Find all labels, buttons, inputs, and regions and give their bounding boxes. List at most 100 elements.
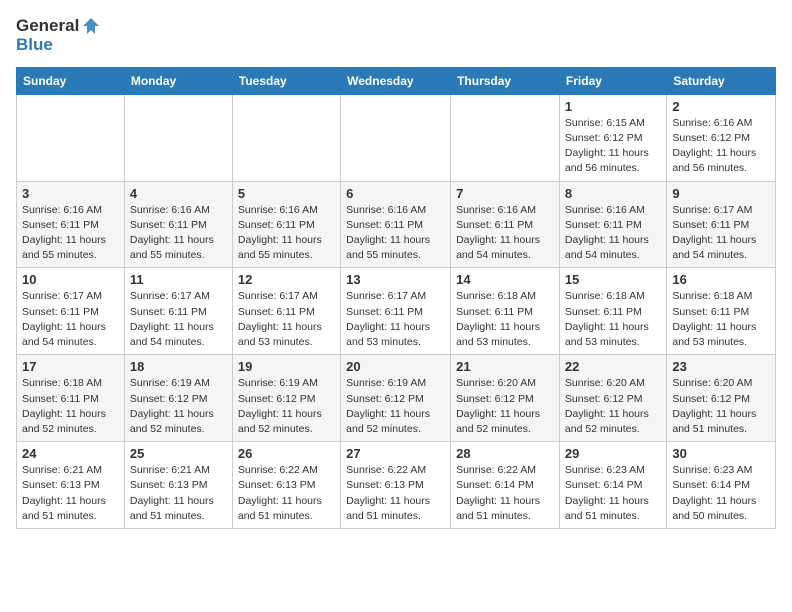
- day-number: 21: [456, 359, 554, 374]
- calendar-cell: 2 Sunrise: 6:16 AM Sunset: 6:12 PM Daylig…: [667, 94, 776, 181]
- day-info: Sunrise: 6:18 AM Sunset: 6:11 PM Dayligh…: [672, 289, 770, 350]
- day-info: Sunrise: 6:16 AM Sunset: 6:11 PM Dayligh…: [346, 203, 445, 264]
- day-number: 24: [22, 446, 119, 461]
- calendar-body: 1Sunrise: 6:15 AM Sunset: 6:12 PM Daylig…: [17, 94, 776, 528]
- logo-general: General: [16, 17, 79, 36]
- calendar-cell: 1Sunrise: 6:15 AM Sunset: 6:12 PM Daylig…: [559, 94, 666, 181]
- calendar-cell: 27 Sunrise: 6:22 AM Sunset: 6:13 PM Dayli…: [341, 442, 451, 529]
- day-number: 6: [346, 186, 445, 201]
- day-number: 28: [456, 446, 554, 461]
- calendar-cell: 10 Sunrise: 6:17 AM Sunset: 6:11 PM Dayli…: [17, 268, 125, 355]
- day-number: 27: [346, 446, 445, 461]
- weekday-header-thursday: Thursday: [451, 67, 560, 94]
- day-number: 13: [346, 272, 445, 287]
- logo-bird-icon: [81, 16, 101, 36]
- calendar-cell: [341, 94, 451, 181]
- day-info: Sunrise: 6:16 AM Sunset: 6:11 PM Dayligh…: [22, 203, 119, 264]
- day-info: Sunrise: 6:17 AM Sunset: 6:11 PM Dayligh…: [22, 289, 119, 350]
- calendar-cell: 4 Sunrise: 6:16 AM Sunset: 6:11 PM Daylig…: [124, 181, 232, 268]
- weekday-header-tuesday: Tuesday: [232, 67, 340, 94]
- day-info: Sunrise: 6:21 AM Sunset: 6:13 PM Dayligh…: [130, 463, 227, 524]
- day-info: Sunrise: 6:16 AM Sunset: 6:11 PM Dayligh…: [238, 203, 335, 264]
- calendar-cell: 15 Sunrise: 6:18 AM Sunset: 6:11 PM Dayli…: [559, 268, 666, 355]
- day-number: 18: [130, 359, 227, 374]
- calendar-cell: [451, 94, 560, 181]
- day-info: Sunrise: 6:19 AM Sunset: 6:12 PM Dayligh…: [346, 376, 445, 437]
- calendar-cell: 17 Sunrise: 6:18 AM Sunset: 6:11 PM Dayli…: [17, 355, 125, 442]
- logo-container: General Blue: [16, 16, 101, 55]
- calendar-cell: 23 Sunrise: 6:20 AM Sunset: 6:12 PM Dayli…: [667, 355, 776, 442]
- day-number: 15: [565, 272, 661, 287]
- calendar-cell: 25Sunrise: 6:21 AM Sunset: 6:13 PM Dayli…: [124, 442, 232, 529]
- calendar-cell: 7 Sunrise: 6:16 AM Sunset: 6:11 PM Daylig…: [451, 181, 560, 268]
- calendar-cell: 12Sunrise: 6:17 AM Sunset: 6:11 PM Dayli…: [232, 268, 340, 355]
- day-number: 1: [565, 99, 661, 114]
- calendar-cell: 18 Sunrise: 6:19 AM Sunset: 6:12 PM Dayli…: [124, 355, 232, 442]
- day-number: 16: [672, 272, 770, 287]
- logo-blue: Blue: [16, 36, 101, 55]
- day-info: Sunrise: 6:22 AM Sunset: 6:13 PM Dayligh…: [238, 463, 335, 524]
- day-number: 5: [238, 186, 335, 201]
- day-number: 7: [456, 186, 554, 201]
- day-number: 29: [565, 446, 661, 461]
- day-number: 20: [346, 359, 445, 374]
- day-info: Sunrise: 6:22 AM Sunset: 6:14 PM Dayligh…: [456, 463, 554, 524]
- day-info: Sunrise: 6:18 AM Sunset: 6:11 PM Dayligh…: [565, 289, 661, 350]
- day-info: Sunrise: 6:16 AM Sunset: 6:11 PM Dayligh…: [130, 203, 227, 264]
- calendar: SundayMondayTuesdayWednesdayThursdayFrid…: [16, 67, 776, 529]
- calendar-cell: 11Sunrise: 6:17 AM Sunset: 6:11 PM Dayli…: [124, 268, 232, 355]
- logo: General Blue: [16, 16, 101, 55]
- day-info: Sunrise: 6:23 AM Sunset: 6:14 PM Dayligh…: [672, 463, 770, 524]
- weekday-header-friday: Friday: [559, 67, 666, 94]
- calendar-week-1: 1Sunrise: 6:15 AM Sunset: 6:12 PM Daylig…: [17, 94, 776, 181]
- weekday-header-monday: Monday: [124, 67, 232, 94]
- day-info: Sunrise: 6:16 AM Sunset: 6:12 PM Dayligh…: [672, 116, 770, 177]
- day-info: Sunrise: 6:23 AM Sunset: 6:14 PM Dayligh…: [565, 463, 661, 524]
- day-info: Sunrise: 6:20 AM Sunset: 6:12 PM Dayligh…: [672, 376, 770, 437]
- weekday-row: SundayMondayTuesdayWednesdayThursdayFrid…: [17, 67, 776, 94]
- weekday-header-saturday: Saturday: [667, 67, 776, 94]
- day-number: 10: [22, 272, 119, 287]
- calendar-cell: [17, 94, 125, 181]
- calendar-header: SundayMondayTuesdayWednesdayThursdayFrid…: [17, 67, 776, 94]
- weekday-header-sunday: Sunday: [17, 67, 125, 94]
- day-info: Sunrise: 6:17 AM Sunset: 6:11 PM Dayligh…: [130, 289, 227, 350]
- calendar-cell: 5 Sunrise: 6:16 AM Sunset: 6:11 PM Daylig…: [232, 181, 340, 268]
- day-number: 3: [22, 186, 119, 201]
- day-info: Sunrise: 6:21 AM Sunset: 6:13 PM Dayligh…: [22, 463, 119, 524]
- calendar-cell: 6 Sunrise: 6:16 AM Sunset: 6:11 PM Daylig…: [341, 181, 451, 268]
- calendar-cell: [232, 94, 340, 181]
- calendar-cell: 30 Sunrise: 6:23 AM Sunset: 6:14 PM Dayli…: [667, 442, 776, 529]
- day-number: 2: [672, 99, 770, 114]
- calendar-cell: 3 Sunrise: 6:16 AM Sunset: 6:11 PM Daylig…: [17, 181, 125, 268]
- day-number: 4: [130, 186, 227, 201]
- day-info: Sunrise: 6:16 AM Sunset: 6:11 PM Dayligh…: [456, 203, 554, 264]
- day-number: 30: [672, 446, 770, 461]
- day-number: 26: [238, 446, 335, 461]
- day-number: 8: [565, 186, 661, 201]
- day-info: Sunrise: 6:18 AM Sunset: 6:11 PM Dayligh…: [456, 289, 554, 350]
- calendar-cell: 21Sunrise: 6:20 AM Sunset: 6:12 PM Dayli…: [451, 355, 560, 442]
- calendar-cell: [124, 94, 232, 181]
- day-number: 19: [238, 359, 335, 374]
- day-number: 9: [672, 186, 770, 201]
- day-info: Sunrise: 6:16 AM Sunset: 6:11 PM Dayligh…: [565, 203, 661, 264]
- calendar-cell: 19Sunrise: 6:19 AM Sunset: 6:12 PM Dayli…: [232, 355, 340, 442]
- day-number: 23: [672, 359, 770, 374]
- day-info: Sunrise: 6:19 AM Sunset: 6:12 PM Dayligh…: [130, 376, 227, 437]
- day-info: Sunrise: 6:22 AM Sunset: 6:13 PM Dayligh…: [346, 463, 445, 524]
- calendar-cell: 24 Sunrise: 6:21 AM Sunset: 6:13 PM Dayli…: [17, 442, 125, 529]
- calendar-week-2: 3 Sunrise: 6:16 AM Sunset: 6:11 PM Daylig…: [17, 181, 776, 268]
- day-info: Sunrise: 6:17 AM Sunset: 6:11 PM Dayligh…: [238, 289, 335, 350]
- day-info: Sunrise: 6:20 AM Sunset: 6:12 PM Dayligh…: [565, 376, 661, 437]
- calendar-week-3: 10 Sunrise: 6:17 AM Sunset: 6:11 PM Dayli…: [17, 268, 776, 355]
- calendar-cell: 13Sunrise: 6:17 AM Sunset: 6:11 PM Dayli…: [341, 268, 451, 355]
- calendar-cell: 22Sunrise: 6:20 AM Sunset: 6:12 PM Dayli…: [559, 355, 666, 442]
- header: General Blue: [16, 16, 776, 55]
- day-number: 14: [456, 272, 554, 287]
- calendar-week-5: 24 Sunrise: 6:21 AM Sunset: 6:13 PM Dayli…: [17, 442, 776, 529]
- calendar-cell: 29 Sunrise: 6:23 AM Sunset: 6:14 PM Dayli…: [559, 442, 666, 529]
- day-info: Sunrise: 6:18 AM Sunset: 6:11 PM Dayligh…: [22, 376, 119, 437]
- weekday-header-wednesday: Wednesday: [341, 67, 451, 94]
- day-number: 17: [22, 359, 119, 374]
